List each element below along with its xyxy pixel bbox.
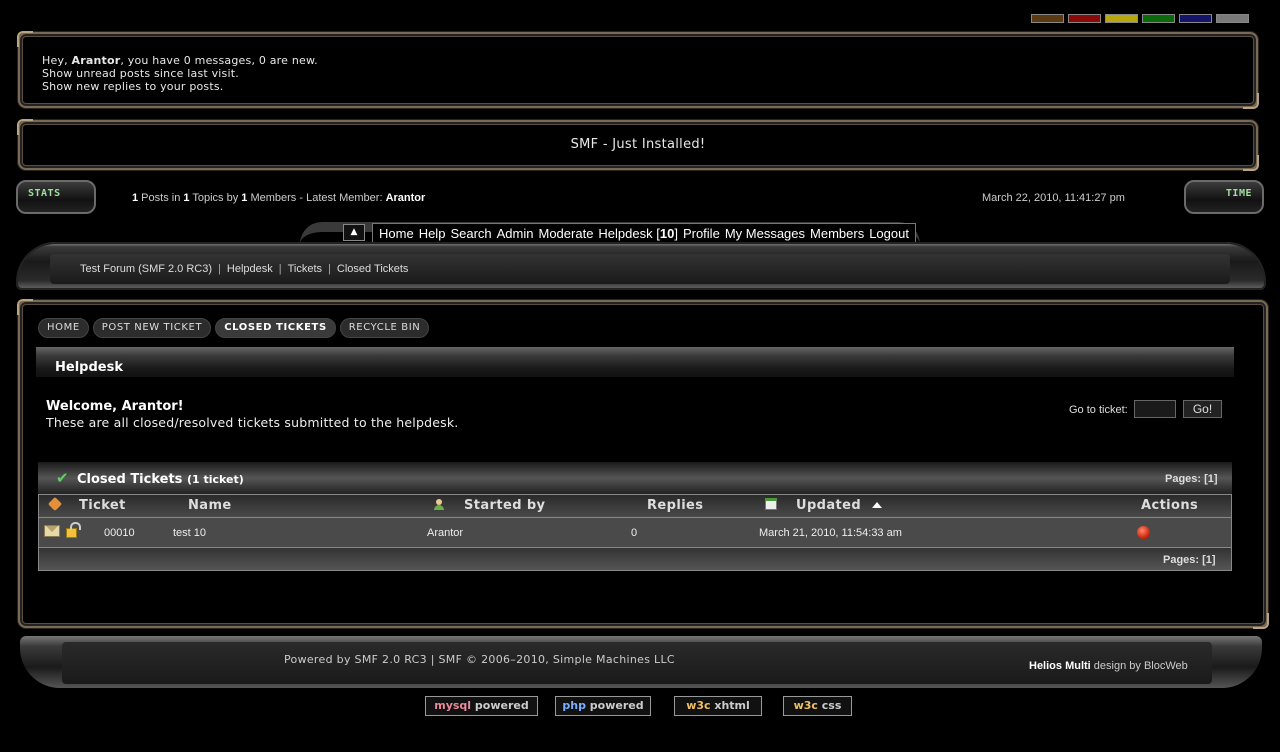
menu-item-home[interactable]: Home	[379, 226, 414, 241]
column-started-by[interactable]: Started by	[464, 498, 545, 513]
helpdesk-heading: Helpdesk	[55, 360, 123, 375]
forum-title-panel: SMF - Just Installed!	[18, 120, 1258, 170]
helpdesk-tabs: HOME POST NEW TICKET CLOSED TICKETS RECY…	[38, 318, 429, 338]
envelope-icon	[44, 525, 60, 537]
latest-member-link[interactable]: Arantor	[386, 192, 426, 204]
breadcrumb: Test Forum (SMF 2.0 RC3)| Helpdesk| Tick…	[80, 263, 408, 275]
breadcrumb-tickets[interactable]: Tickets	[288, 263, 322, 275]
ticket-replies: 0	[631, 527, 637, 539]
theme-color-picker	[1031, 14, 1249, 23]
powered-by-text[interactable]: Powered by SMF 2.0 RC3 | SMF © 2006–2010…	[284, 653, 675, 666]
theme-swatch-red[interactable]	[1068, 14, 1101, 23]
tab-recycle-bin[interactable]: RECYCLE BIN	[340, 318, 430, 338]
theme-swatch-gray[interactable]	[1216, 14, 1249, 23]
mysql-powered-badge[interactable]: mysql powered	[425, 696, 538, 716]
ticket-id[interactable]: 00010	[104, 527, 135, 539]
stats-button[interactable]: STATS	[16, 180, 96, 214]
w3c-css-badge[interactable]: w3c css	[783, 696, 852, 716]
column-name[interactable]: Name	[188, 498, 232, 513]
column-actions: Actions	[1141, 498, 1198, 513]
menu-item-search[interactable]: Search	[450, 226, 491, 241]
goto-ticket-label: Go to ticket:	[1069, 404, 1128, 416]
user-info-panel: Hey, Arantor, you have 0 messages, 0 are…	[18, 32, 1258, 108]
welcome-heading: Welcome, Arantor!	[46, 399, 184, 414]
php-powered-badge[interactable]: php powered	[555, 696, 651, 716]
w3c-xhtml-badge[interactable]: w3c xhtml	[674, 696, 762, 716]
breadcrumb-forum[interactable]: Test Forum (SMF 2.0 RC3)	[80, 263, 212, 275]
new-replies-link[interactable]: Show new replies to your posts.	[42, 80, 1234, 93]
menu-item-profile[interactable]: Profile	[683, 226, 720, 241]
ticket-name[interactable]: test 10	[173, 527, 206, 539]
menu-item-moderate[interactable]: Moderate	[539, 226, 594, 241]
unread-posts-link[interactable]: Show unread posts since last visit.	[42, 67, 1234, 80]
time-button[interactable]: TIME	[1184, 180, 1264, 214]
pagination-top[interactable]: Pages: [1]	[1165, 473, 1218, 485]
menu-item-help[interactable]: Help	[419, 226, 446, 241]
sort-ascending-icon[interactable]	[872, 502, 882, 508]
current-time: March 22, 2010, 11:41:27 pm	[982, 192, 1125, 204]
menu-item-members[interactable]: Members	[810, 226, 864, 241]
menu-item-messages[interactable]: My Messages	[725, 226, 805, 241]
column-replies[interactable]: Replies	[647, 498, 703, 513]
user-icon	[434, 499, 444, 510]
theme-credit: Helios Multi design by BlocWeb	[1029, 660, 1188, 672]
forum-title: SMF - Just Installed!	[571, 137, 706, 152]
tab-closed-tickets[interactable]: CLOSED TICKETS	[215, 318, 336, 338]
tickets-title: Closed Tickets (1 ticket)	[77, 472, 244, 487]
delete-ticket-icon[interactable]	[1137, 526, 1150, 539]
table-footer-row	[38, 548, 1232, 571]
ticket-started-by[interactable]: Arantor	[427, 527, 463, 539]
tab-post-new-ticket[interactable]: POST NEW TICKET	[93, 318, 211, 338]
theme-swatch-green[interactable]	[1142, 14, 1175, 23]
welcome-description: These are all closed/resolved tickets su…	[46, 415, 458, 430]
main-menu: Home Help Search Admin Moderate Helpdesk…	[372, 223, 916, 243]
ticket-updated: March 21, 2010, 11:54:33 am	[759, 527, 902, 539]
calendar-icon	[765, 498, 777, 510]
unlock-icon[interactable]	[66, 528, 77, 538]
breadcrumb-closed-tickets[interactable]: Closed Tickets	[337, 263, 409, 275]
forum-stats: 1 Posts in 1 Topics by 1 Members - Lates…	[132, 192, 425, 204]
helpdesk-count: 10	[660, 226, 674, 241]
menu-item-helpdesk[interactable]: Helpdesk [10]	[598, 226, 678, 241]
user-greeting: Hey, Arantor, you have 0 messages, 0 are…	[42, 54, 1234, 67]
tab-home[interactable]: HOME	[38, 318, 89, 338]
collapse-menu-icon[interactable]: ▲	[343, 224, 365, 241]
menu-item-logout[interactable]: Logout	[869, 226, 909, 241]
pagination-bottom[interactable]: Pages: [1]	[1163, 554, 1216, 566]
helpdesk-header-bar	[36, 347, 1234, 377]
theme-swatch-blue[interactable]	[1179, 14, 1212, 23]
theme-swatch-brown[interactable]	[1031, 14, 1064, 23]
theme-author-link[interactable]: BlocWeb	[1144, 660, 1188, 672]
breadcrumb-helpdesk[interactable]: Helpdesk	[227, 263, 273, 275]
ticket-count: (1 ticket)	[187, 473, 244, 486]
column-ticket[interactable]: Ticket	[79, 498, 126, 513]
column-updated[interactable]: Updated	[796, 498, 861, 513]
theme-swatch-yellow[interactable]	[1105, 14, 1138, 23]
goto-ticket-input[interactable]	[1134, 400, 1176, 418]
checkmark-icon: ✔	[56, 469, 69, 487]
username-link[interactable]: Arantor	[72, 54, 121, 67]
menu-item-admin[interactable]: Admin	[497, 226, 534, 241]
goto-ticket-button[interactable]: Go!	[1183, 400, 1222, 418]
